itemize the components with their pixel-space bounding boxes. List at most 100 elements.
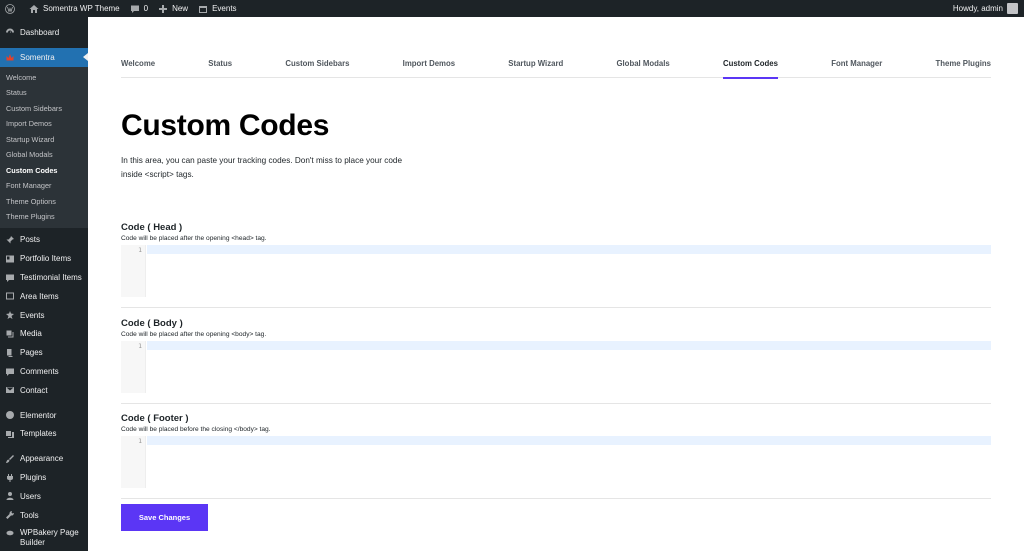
menu-label: Comments	[20, 367, 59, 377]
menu-posts[interactable]: Posts	[0, 231, 88, 250]
tab-font-manager[interactable]: Font Manager	[831, 55, 882, 78]
menu-comments[interactable]: Comments	[0, 362, 88, 381]
code-footer-section: Code ( Footer ) Code will be placed befo…	[121, 413, 991, 488]
site-name: Somentra WP Theme	[43, 4, 120, 13]
tab-import-demos[interactable]: Import Demos	[403, 55, 455, 78]
admin-sidebar: Dashboard Somentra Welcome Status Custom…	[0, 17, 88, 551]
code-body-desc: Code will be placed after the opening <b…	[121, 331, 267, 338]
wp-logo-button[interactable]	[0, 0, 24, 17]
menu-label: Events	[20, 310, 45, 320]
menu-appearance[interactable]: Appearance	[0, 449, 88, 468]
calendar-icon	[199, 5, 208, 13]
menu-events[interactable]: Events	[0, 306, 88, 325]
menu-area-items[interactable]: Area Items	[0, 287, 88, 306]
menu-testimonial-items[interactable]: Testimonial Items	[0, 268, 88, 287]
menu-portfolio-items[interactable]: Portfolio Items	[0, 249, 88, 268]
submenu-import-demos[interactable]: Import Demos	[0, 116, 88, 132]
save-changes-button[interactable]: Save Changes	[121, 504, 208, 531]
editor-active-line[interactable]	[147, 341, 991, 350]
submenu-startup-wizard[interactable]: Startup Wizard	[0, 132, 88, 148]
code-head-editor[interactable]: 1	[121, 245, 991, 297]
main-content: Welcome Status Custom Sidebars Import De…	[88, 17, 1024, 551]
site-name-link[interactable]: Somentra WP Theme	[24, 0, 125, 17]
tab-welcome[interactable]: Welcome	[121, 55, 155, 78]
menu-users[interactable]: Users	[0, 487, 88, 506]
menu-templates[interactable]: Templates	[0, 425, 88, 444]
menu-pages[interactable]: Pages	[0, 343, 88, 362]
page-title: Custom Codes	[121, 109, 330, 142]
code-head-desc: Code will be placed after the opening <h…	[121, 235, 267, 242]
events-icon	[5, 310, 15, 320]
tab-custom-sidebars[interactable]: Custom Sidebars	[285, 55, 349, 78]
wordpress-icon	[5, 3, 15, 14]
editor-gutter: 1	[121, 341, 146, 393]
events-link[interactable]: Events	[193, 0, 241, 17]
submenu-theme-options[interactable]: Theme Options	[0, 194, 88, 210]
my-account[interactable]: Howdy, admin	[953, 3, 1024, 14]
users-icon	[5, 491, 15, 501]
code-body-label: Code ( Body )	[121, 318, 183, 329]
menu-wpbakery[interactable]: WPBakery Page Builder	[0, 525, 88, 551]
somentra-icon	[5, 52, 15, 62]
submenu-font-manager[interactable]: Font Manager	[0, 178, 88, 194]
new-label: New	[172, 4, 189, 13]
code-body-section: Code ( Body ) Code will be placed after …	[121, 318, 991, 393]
submenu-status[interactable]: Status	[0, 85, 88, 101]
code-head-section: Code ( Head ) Code will be placed after …	[121, 222, 991, 297]
menu-elementor[interactable]: Elementor	[0, 406, 88, 425]
submenu-theme-plugins[interactable]: Theme Plugins	[0, 209, 88, 225]
editor-gutter: 1	[121, 436, 146, 488]
menu-label: Templates	[20, 429, 57, 439]
tab-status[interactable]: Status	[208, 55, 232, 78]
media-icon	[5, 329, 15, 339]
menu-label: Appearance	[20, 454, 64, 464]
menu-media[interactable]: Media	[0, 325, 88, 344]
plus-icon	[159, 4, 168, 13]
portfolio-icon	[5, 254, 15, 264]
tab-custom-codes[interactable]: Custom Codes	[722, 55, 779, 79]
menu-dashboard[interactable]: Dashboard	[0, 23, 88, 42]
code-footer-label: Code ( Footer )	[121, 413, 189, 424]
comments-icon	[5, 367, 15, 377]
area-icon	[5, 291, 15, 301]
line-number: 1	[138, 246, 142, 254]
intro-text: In this area, you can paste your trackin…	[121, 156, 402, 179]
tab-startup-wizard[interactable]: Startup Wizard	[508, 55, 563, 78]
section-divider	[121, 498, 991, 499]
howdy-text: Howdy, admin	[952, 4, 1003, 13]
submenu-custom-sidebars[interactable]: Custom Sidebars	[0, 101, 88, 117]
theme-tabs: Welcome Status Custom Sidebars Import De…	[121, 55, 991, 79]
code-body-editor[interactable]: 1	[121, 341, 991, 393]
menu-somentra[interactable]: Somentra	[0, 47, 88, 67]
editor-active-line[interactable]	[147, 245, 991, 254]
code-footer-editor[interactable]: 1	[121, 436, 991, 488]
pin-icon	[5, 235, 15, 245]
new-content-link[interactable]: New	[153, 0, 193, 17]
comments-link[interactable]: 0	[125, 0, 153, 17]
line-number: 1	[138, 342, 142, 350]
menu-label: Pages	[20, 348, 43, 358]
menu-label: Elementor	[20, 410, 57, 420]
menu-contact[interactable]: Contact	[0, 381, 88, 400]
editor-active-line[interactable]	[147, 436, 991, 445]
submenu-welcome[interactable]: Welcome	[0, 70, 88, 86]
wrench-icon	[5, 510, 15, 520]
code-head-label: Code ( Head )	[121, 222, 183, 233]
code-footer-desc: Code will be placed before the closing <…	[121, 426, 271, 433]
menu-plugins[interactable]: Plugins	[0, 468, 88, 487]
menu-label: Dashboard	[20, 27, 60, 37]
comments-count: 0	[143, 4, 149, 13]
menu-tools[interactable]: Tools	[0, 506, 88, 525]
menu-label: Contact	[20, 385, 48, 395]
menu-label: Portfolio Items	[20, 254, 72, 264]
pages-icon	[5, 348, 15, 358]
submenu-global-modals[interactable]: Global Modals	[0, 147, 88, 163]
admin-bar: Somentra WP Theme 0 New Events Howdy, ad…	[0, 0, 1024, 17]
tab-theme-plugins[interactable]: Theme Plugins	[936, 55, 991, 78]
events-label: Events	[212, 4, 237, 13]
comment-icon	[130, 5, 139, 13]
menu-label: Posts	[20, 235, 41, 245]
submenu-custom-codes[interactable]: Custom Codes	[0, 163, 88, 179]
plugin-icon	[5, 473, 15, 483]
tab-global-modals[interactable]: Global Modals	[616, 55, 669, 78]
